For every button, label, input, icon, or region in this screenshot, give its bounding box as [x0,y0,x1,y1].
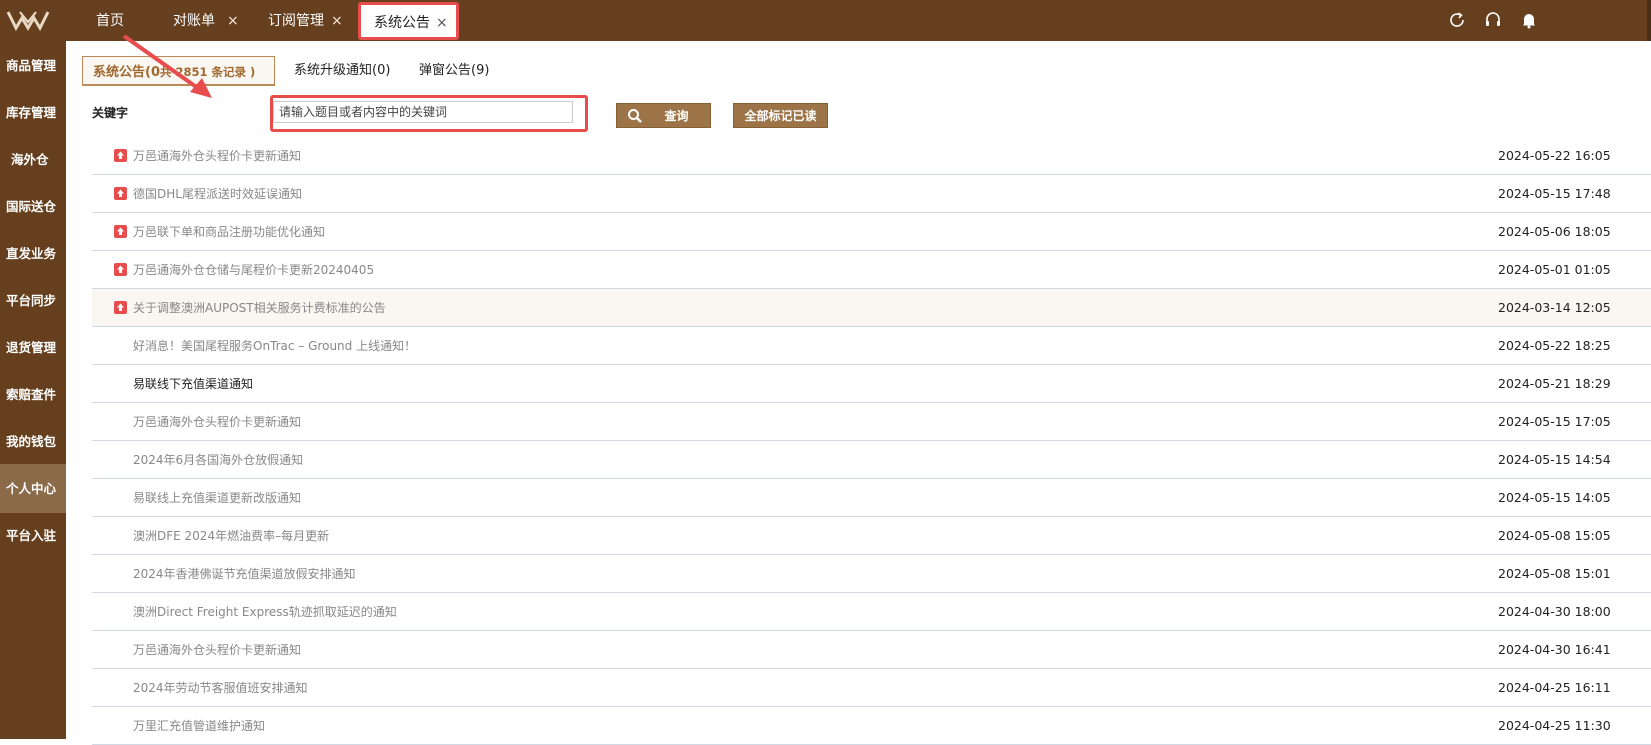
tab-label: 对账单 [173,13,215,29]
query-button[interactable]: 查询 [616,103,711,128]
notice-title[interactable]: 万邑通海外仓头程价卡更新通知 [133,631,301,669]
notice-row[interactable]: 德国DHL尾程派送时效延误通知 2024-05-15 17:48 [92,175,1651,213]
headset-icon[interactable] [1482,9,1504,31]
notice-title[interactable]: 关于调整澳洲AUPOST相关服务计费标准的公告 [133,289,386,327]
notice-date: 2024-04-25 16:11 [1498,680,1611,695]
avatar[interactable] [1647,0,1651,41]
notice-date: 2024-04-30 16:41 [1498,642,1611,657]
pin-top-icon [114,301,127,314]
notice-row[interactable]: 2024年劳动节客服值班安排通知 2024-04-25 16:11 [92,669,1651,707]
notice-row[interactable]: 易联线上充值渠道更新改版通知 2024-05-15 14:05 [92,479,1651,517]
notice-row[interactable]: 易联线下充值渠道通知 2024-05-21 18:29 [92,365,1651,403]
notice-row[interactable]: 万邑通海外仓仓储与尾程价卡更新20240405 2024-05-01 01:05 [92,251,1651,289]
notice-date: 2024-05-15 17:48 [1498,186,1611,201]
notice-date: 2024-05-01 01:05 [1498,262,1611,277]
notice-title[interactable]: 易联线下充值渠道通知 [133,365,253,403]
notice-date: 2024-03-14 12:05 [1498,300,1611,315]
pin-top-icon [114,263,127,276]
notice-row[interactable]: 万邑通海外仓头程价卡更新通知 2024-05-22 16:05 [92,137,1651,175]
subtab-upgrade-notice[interactable]: 系统升级通知(0) [294,56,390,86]
notice-row[interactable]: 关于调整澳洲AUPOST相关服务计费标准的公告 2024-03-14 12:05 [92,289,1651,327]
mark-all-read-button[interactable]: 全部标记已读 [733,103,828,128]
top-bar: 首页 对账单 × 订阅管理 × 系统公告 × [0,0,1651,41]
search-input[interactable] [273,101,573,123]
subtab-system-notice[interactable]: 系统公告(0共 2851 条记录 ) [82,56,275,86]
notice-title[interactable]: 万邑通海外仓头程价卡更新通知 [133,403,301,441]
sidebar-item-overseas-warehouse[interactable]: 海外仓 [0,135,66,184]
search-bar: 关键字 查询 全部标记已读 [92,95,992,132]
notice-date: 2024-05-06 18:05 [1498,224,1611,239]
notice-date: 2024-05-15 14:05 [1498,490,1611,505]
pin-top-icon [114,187,127,200]
notice-row[interactable]: 万邑通海外仓头程价卡更新通知 2024-05-15 17:05 [92,403,1651,441]
notice-row[interactable]: 万里汇充值管道维护通知 2024-04-25 11:30 [92,707,1651,745]
search-icon [628,109,642,123]
sidebar-item-inventory[interactable]: 库存管理 [0,88,66,137]
close-icon[interactable]: × [227,0,239,43]
notice-row[interactable]: 澳洲Direct Freight Express轨迹抓取延迟的通知 2024-04… [92,593,1651,631]
sidebar-item-platform-sync[interactable]: 平台同步 [0,276,66,325]
notice-date: 2024-05-21 18:29 [1498,376,1611,391]
subtab-label: 系统公告(0 [93,65,160,80]
notice-title[interactable]: 澳洲DFE 2024年燃油费率–每月更新 [133,517,329,555]
sidebar-item-profile[interactable]: 个人中心 [0,464,66,513]
notice-title[interactable]: 万邑通海外仓仓储与尾程价卡更新20240405 [133,251,374,289]
query-button-label: 查询 [664,109,689,123]
tab-label: 订阅管理 [268,13,324,29]
pin-top-icon [114,225,127,238]
notice-title[interactable]: 万邑联下单和商品注册功能优化通知 [133,213,325,251]
notice-title[interactable]: 万邑通海外仓头程价卡更新通知 [133,137,301,175]
notice-title[interactable]: 好消息！美国尾程服务OnTrac – Ground 上线通知！ [133,327,416,365]
notice-title[interactable]: 万里汇充值管道维护通知 [133,707,265,745]
sidebar-item-international[interactable]: 国际送仓 [0,182,66,231]
notice-title[interactable]: 2024年香港佛诞节充值渠道放假安排通知 [133,555,356,593]
sidebar-item-direct[interactable]: 直发业务 [0,229,66,278]
main-content: 系统公告(0共 2851 条记录 ) 系统升级通知(0) 弹窗公告(9) 关键字… [66,41,1651,745]
refresh-icon[interactable] [1446,9,1468,31]
notice-title[interactable]: 易联线上充值渠道更新改版通知 [133,479,301,517]
sidebar-item-wallet[interactable]: 我的钱包 [0,417,66,466]
sidebar-item-returns[interactable]: 退货管理 [0,323,66,372]
notice-title[interactable]: 德国DHL尾程派送时效延误通知 [133,175,302,213]
notice-title[interactable]: 澳洲Direct Freight Express轨迹抓取延迟的通知 [133,593,397,631]
sidebar-item-claims[interactable]: 索赔查件 [0,370,66,419]
notice-row[interactable]: 澳洲DFE 2024年燃油费率–每月更新 2024-05-08 15:05 [92,517,1651,555]
sidebar: 商品管理 库存管理 海外仓 国际送仓 直发业务 平台同步 退货管理 索赔查件 我… [0,41,66,739]
close-icon[interactable]: × [436,5,448,41]
notice-date: 2024-05-15 14:54 [1498,452,1611,467]
notice-date: 2024-05-22 16:05 [1498,148,1611,163]
tab-system-notice[interactable]: 系统公告 × [358,2,459,40]
tab-label: 首页 [96,13,124,29]
bell-icon[interactable] [1518,9,1540,31]
tab-home[interactable]: 首页 [96,0,124,41]
notice-row[interactable]: 万邑通海外仓头程价卡更新通知 2024-04-30 16:41 [92,631,1651,669]
notice-date: 2024-05-22 18:25 [1498,338,1611,353]
notice-list: 万邑通海外仓头程价卡更新通知 2024-05-22 16:05 德国DHL尾程派送时… [92,137,1651,745]
notice-date: 2024-05-08 15:05 [1498,528,1611,543]
tab-label: 系统公告 [374,15,430,31]
notice-row[interactable]: 2024年6月各国海外仓放假通知 2024-05-15 14:54 [92,441,1651,479]
record-count: 共 2851 条记录 ) [160,65,256,79]
notice-row[interactable]: 万邑联下单和商品注册功能优化通知 2024-05-06 18:05 [92,213,1651,251]
notice-date: 2024-04-30 18:00 [1498,604,1611,619]
keyword-label: 关键字 [92,106,129,120]
notice-title[interactable]: 2024年劳动节客服值班安排通知 [133,669,308,707]
tab-statement[interactable]: 对账单 × [173,0,243,41]
tab-subscription[interactable]: 订阅管理 × [268,0,348,41]
notice-title[interactable]: 2024年6月各国海外仓放假通知 [133,441,303,479]
notice-date: 2024-04-25 11:30 [1498,718,1611,733]
pin-top-icon [114,149,127,162]
close-icon[interactable]: × [331,0,343,43]
sidebar-item-product[interactable]: 商品管理 [0,41,66,90]
notice-date: 2024-05-08 15:01 [1498,566,1611,581]
notice-row[interactable]: 2024年香港佛诞节充值渠道放假安排通知 2024-05-08 15:01 [92,555,1651,593]
sidebar-item-platform-join[interactable]: 平台入驻 [0,511,66,560]
notice-row[interactable]: 好消息！美国尾程服务OnTrac – Ground 上线通知！ 2024-05-2… [92,327,1651,365]
subtab-popup-notice[interactable]: 弹窗公告(9) [419,56,489,86]
brand-logo-icon[interactable] [6,8,50,34]
notice-date: 2024-05-15 17:05 [1498,414,1611,429]
